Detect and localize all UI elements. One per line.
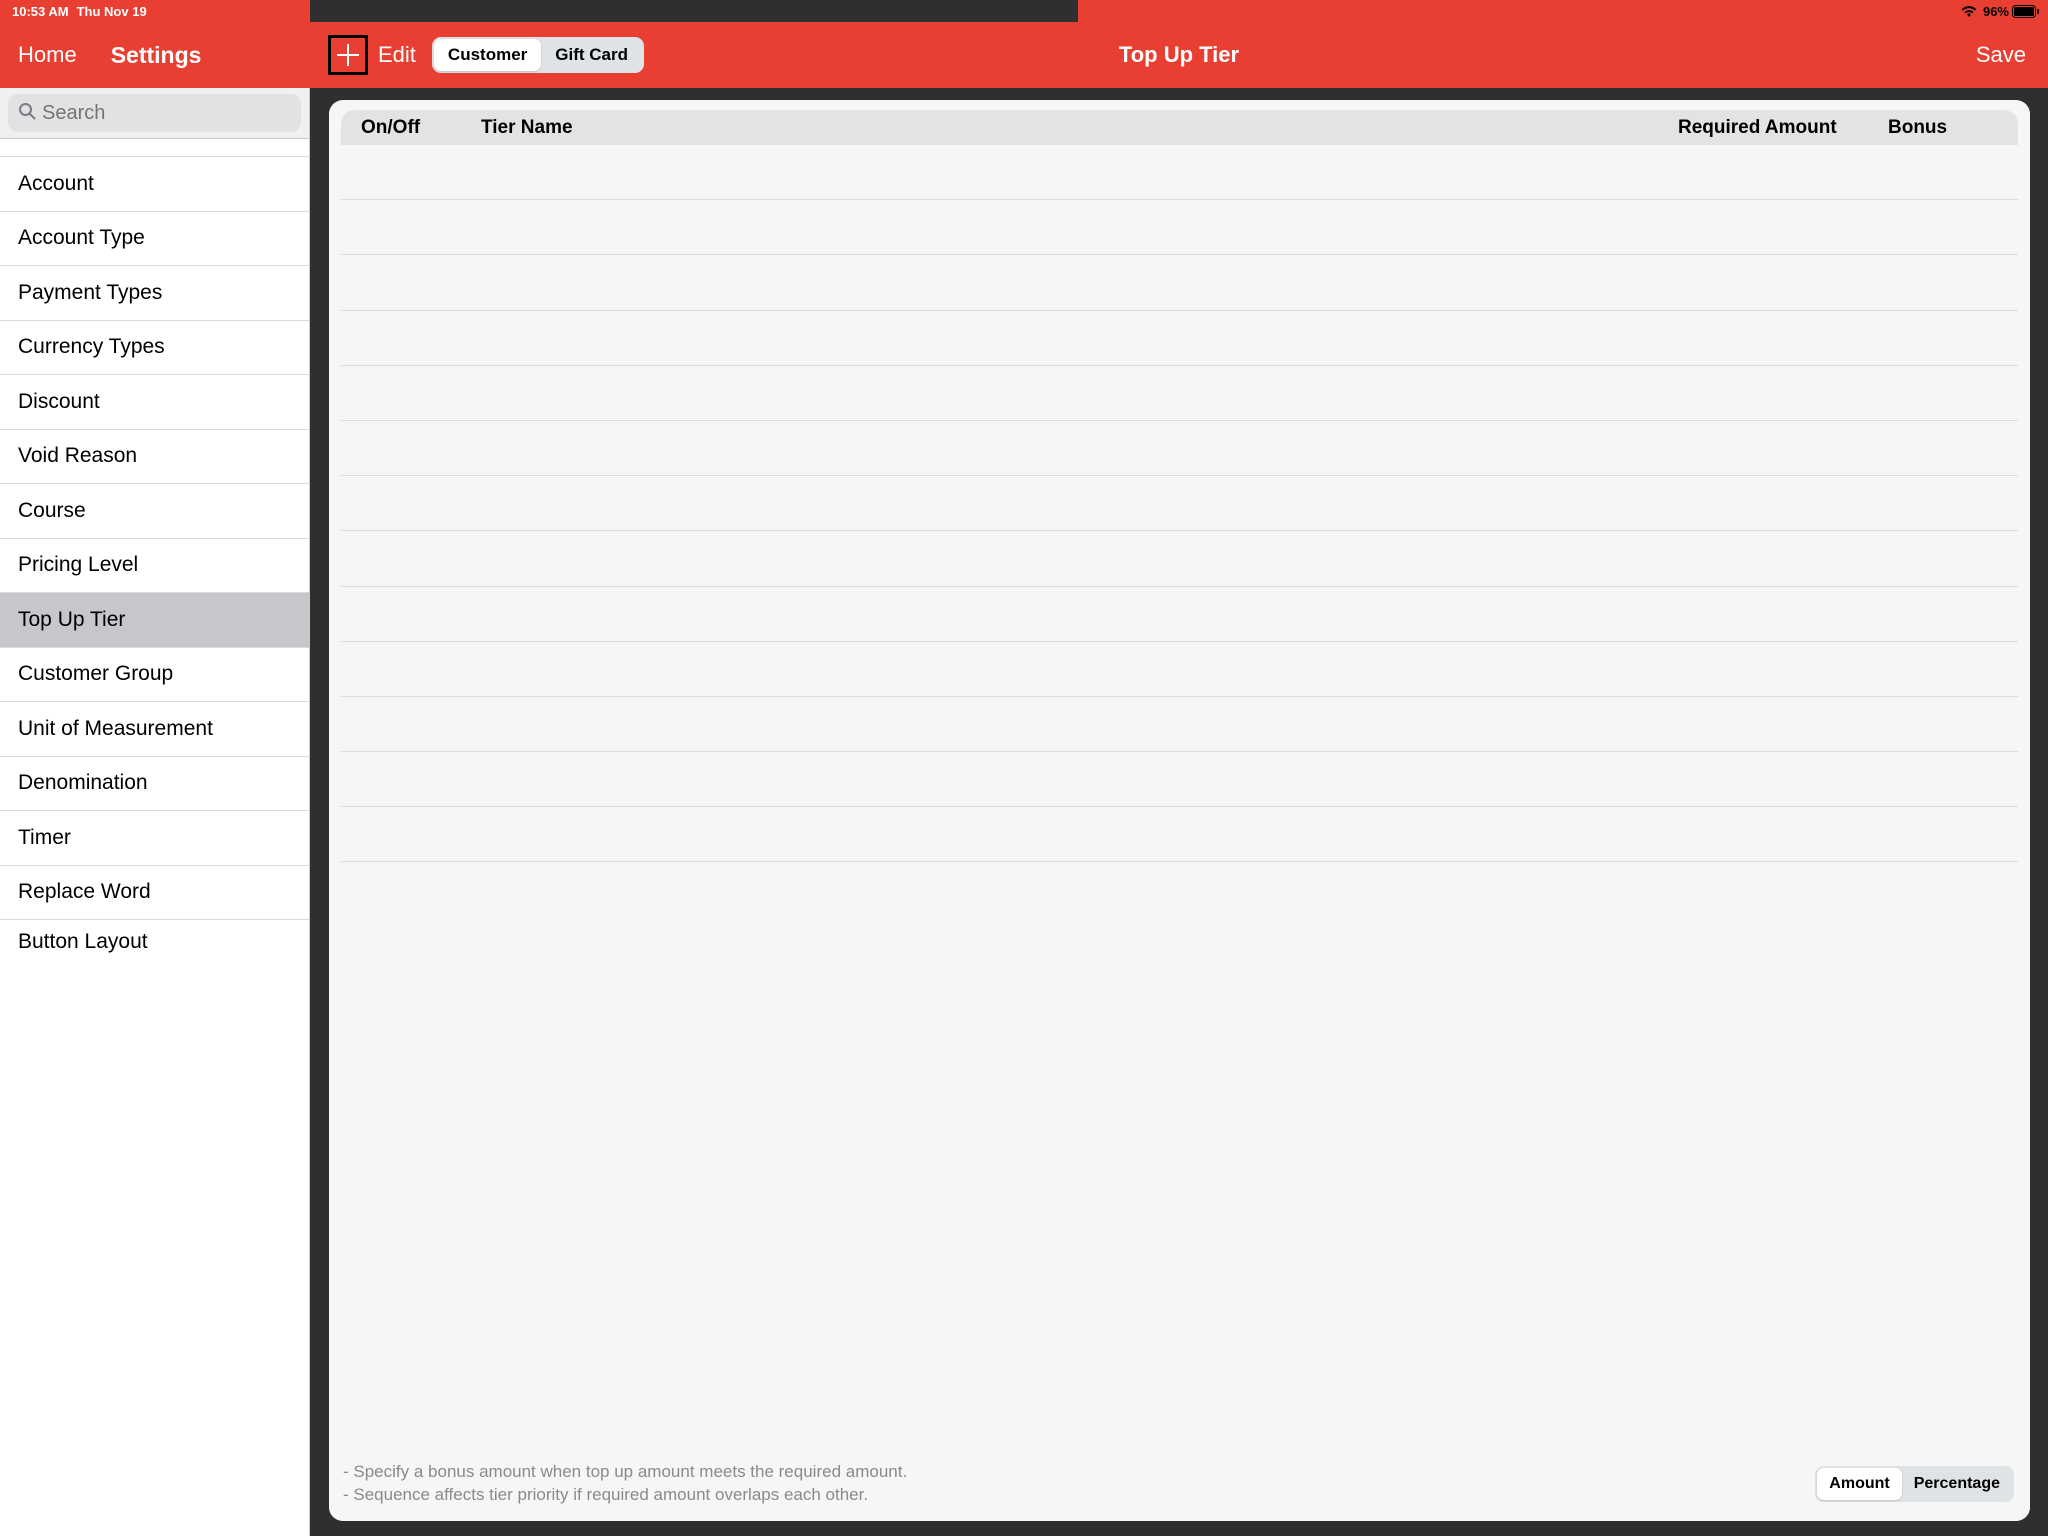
sidebar-item-void-reason[interactable]: Void Reason (0, 430, 309, 485)
sidebar-item-account-type[interactable]: Account Type (0, 212, 309, 267)
col-header-bonus: Bonus (1888, 117, 2018, 139)
footer-segment: Amount Percentage (1815, 1466, 2014, 1502)
wifi-icon (1960, 5, 1978, 18)
table-row (341, 752, 2018, 807)
footer: - Specify a bonus amount when top up amo… (329, 1453, 2030, 1521)
col-header-name: Tier Name (481, 117, 1678, 139)
sidebar-item-currency-types[interactable]: Currency Types (0, 321, 309, 376)
search-icon (18, 102, 36, 125)
sidebar-item-discount[interactable]: Discount (0, 375, 309, 430)
settings-title: Settings (111, 42, 202, 69)
segment-percentage[interactable]: Percentage (1902, 1468, 2012, 1500)
col-header-onoff: On/Off (341, 117, 481, 139)
search-wrap (0, 88, 309, 139)
sidebar-list[interactable]: AccountAccount TypePayment TypesCurrency… (0, 139, 309, 958)
table-row (341, 311, 2018, 366)
sidebar-item-button-layout[interactable]: Button Layout (0, 920, 309, 958)
sidebar-item-timer[interactable]: Timer (0, 811, 309, 866)
sidebar-item-replace-word[interactable]: Replace Word (0, 866, 309, 921)
sidebar-item-account[interactable]: Account (0, 157, 309, 212)
segment-amount[interactable]: Amount (1817, 1468, 1901, 1500)
add-button[interactable] (328, 35, 368, 75)
sidebar-item-course[interactable]: Course (0, 484, 309, 539)
sidebar-item-payment-types[interactable]: Payment Types (0, 266, 309, 321)
table-row (341, 366, 2018, 421)
status-time: 10:53 AM (12, 4, 69, 19)
footer-notes: - Specify a bonus amount when top up amo… (343, 1461, 907, 1507)
table-row (341, 476, 2018, 531)
sidebar-item-denomination[interactable]: Denomination (0, 757, 309, 812)
battery-percent: 96% (1983, 4, 2009, 19)
footer-note-2: - Sequence affects tier priority if requ… (343, 1484, 907, 1507)
sidebar-item-top-up-tier[interactable]: Top Up Tier (0, 593, 309, 648)
sidebar: AccountAccount TypePayment TypesCurrency… (0, 88, 310, 1536)
page-title: Top Up Tier (1119, 42, 1239, 68)
status-bar-right: 96% (1078, 0, 2048, 22)
left-header: Home Settings (0, 22, 310, 88)
table-body (341, 145, 2018, 862)
footer-note-1: - Specify a bonus amount when top up amo… (343, 1461, 907, 1484)
search-input[interactable] (42, 102, 291, 125)
sidebar-item-partial-top[interactable] (0, 139, 309, 157)
search-box[interactable] (8, 94, 301, 132)
table-row (341, 807, 2018, 862)
table-row (341, 255, 2018, 310)
table-row (341, 642, 2018, 697)
segment-customer[interactable]: Customer (434, 39, 541, 71)
segment-giftcard[interactable]: Gift Card (541, 39, 642, 71)
table-row (341, 697, 2018, 752)
battery-icon (2012, 5, 2040, 18)
right-header: Edit Customer Gift Card Top Up Tier Save (310, 22, 2048, 88)
table-row (341, 145, 2018, 200)
table-row (341, 200, 2018, 255)
sidebar-item-pricing-level[interactable]: Pricing Level (0, 539, 309, 594)
edit-button[interactable]: Edit (378, 42, 416, 68)
col-header-required: Required Amount (1678, 117, 1888, 139)
status-date: Thu Nov 19 (77, 4, 147, 19)
status-bar: 10:53 AM Thu Nov 19 (0, 0, 310, 22)
home-button[interactable]: Home (18, 42, 77, 68)
sidebar-item-customer-group[interactable]: Customer Group (0, 648, 309, 703)
sidebar-item-unit-of-measurement[interactable]: Unit of Measurement (0, 702, 309, 757)
table-row (341, 421, 2018, 476)
header-segment: Customer Gift Card (432, 37, 644, 73)
save-button[interactable]: Save (1976, 42, 2026, 68)
main-panel: On/Off Tier Name Required Amount Bonus -… (329, 100, 2030, 1521)
table-row (341, 587, 2018, 642)
table-row (341, 531, 2018, 586)
table-header: On/Off Tier Name Required Amount Bonus (341, 110, 2018, 145)
